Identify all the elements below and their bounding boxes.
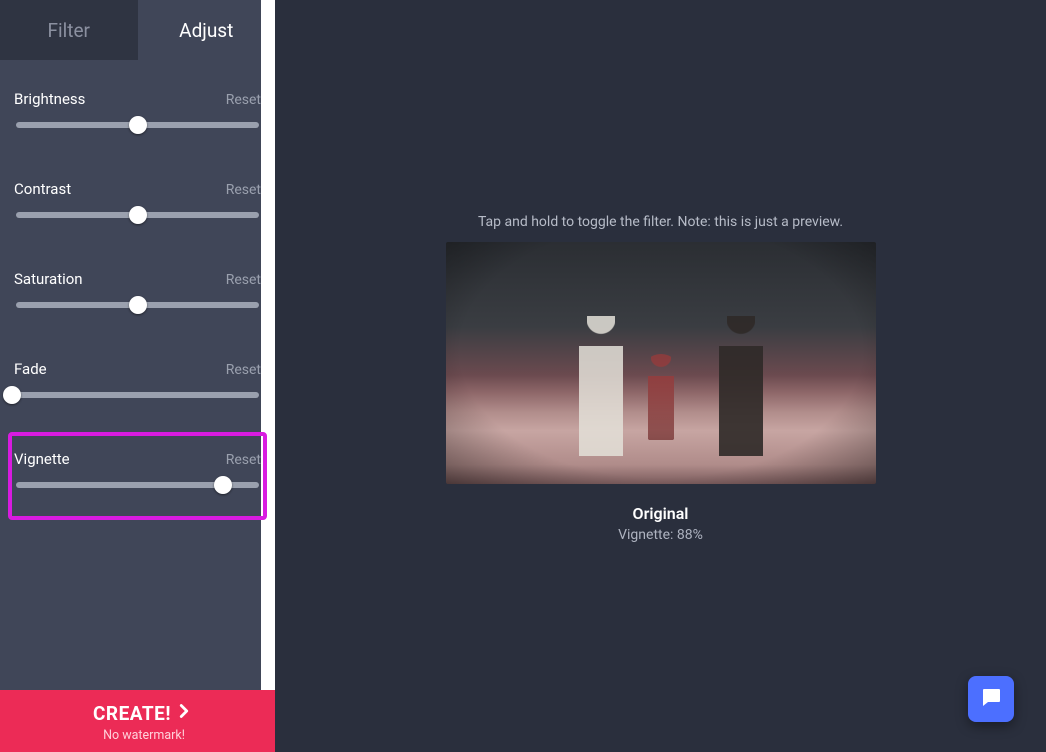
preview-readout: Vignette: 88%: [618, 527, 703, 543]
chat-button[interactable]: [968, 676, 1014, 722]
saturation-slider[interactable]: [12, 296, 263, 314]
tab-bar: Filter Adjust: [0, 0, 275, 60]
contrast-reset[interactable]: Reset: [226, 182, 261, 198]
preview-figure: [641, 354, 681, 444]
control-vignette: Vignette Reset: [8, 432, 267, 520]
fade-reset[interactable]: Reset: [226, 362, 261, 378]
control-fade: Fade Reset: [12, 360, 263, 408]
sidebar: Filter Adjust Brightness Reset Contrast …: [0, 0, 275, 752]
control-saturation: Saturation Reset: [12, 270, 263, 318]
preview-image[interactable]: [446, 242, 876, 484]
fade-slider-thumb[interactable]: [3, 386, 21, 404]
control-brightness: Brightness Reset: [12, 90, 263, 138]
brightness-reset[interactable]: Reset: [226, 92, 261, 108]
adjust-controls: Brightness Reset Contrast Reset Saturati…: [0, 60, 275, 752]
create-button-label: CREATE!: [93, 702, 171, 725]
brightness-label: Brightness: [14, 90, 85, 108]
contrast-slider[interactable]: [12, 206, 263, 224]
tab-filter[interactable]: Filter: [0, 0, 138, 60]
saturation-label: Saturation: [14, 270, 83, 288]
fade-slider[interactable]: [12, 386, 263, 404]
preview-pane: Tap and hold to toggle the filter. Note:…: [275, 0, 1046, 752]
sidebar-scrollbar[interactable]: [261, 0, 275, 752]
preview-figure: [706, 316, 776, 466]
brightness-slider[interactable]: [12, 116, 263, 134]
saturation-reset[interactable]: Reset: [226, 272, 261, 288]
brightness-slider-thumb[interactable]: [129, 116, 147, 134]
saturation-slider-thumb[interactable]: [129, 296, 147, 314]
vignette-reset[interactable]: Reset: [226, 452, 261, 468]
preview-hint: Tap and hold to toggle the filter. Note:…: [478, 214, 843, 230]
chat-icon: [979, 685, 1003, 713]
vignette-label: Vignette: [14, 450, 70, 468]
tab-adjust[interactable]: Adjust: [138, 0, 276, 60]
vignette-slider[interactable]: [12, 476, 263, 494]
preview-title: Original: [633, 504, 689, 523]
control-contrast: Contrast Reset: [12, 180, 263, 228]
create-button[interactable]: CREATE! No watermark!: [0, 690, 288, 752]
create-button-subtext: No watermark!: [103, 728, 185, 743]
fade-label: Fade: [14, 360, 47, 378]
chevron-right-icon: [173, 700, 195, 727]
contrast-slider-thumb[interactable]: [129, 206, 147, 224]
vignette-slider-thumb[interactable]: [214, 476, 232, 494]
preview-figure: [566, 316, 636, 466]
contrast-label: Contrast: [14, 180, 71, 198]
